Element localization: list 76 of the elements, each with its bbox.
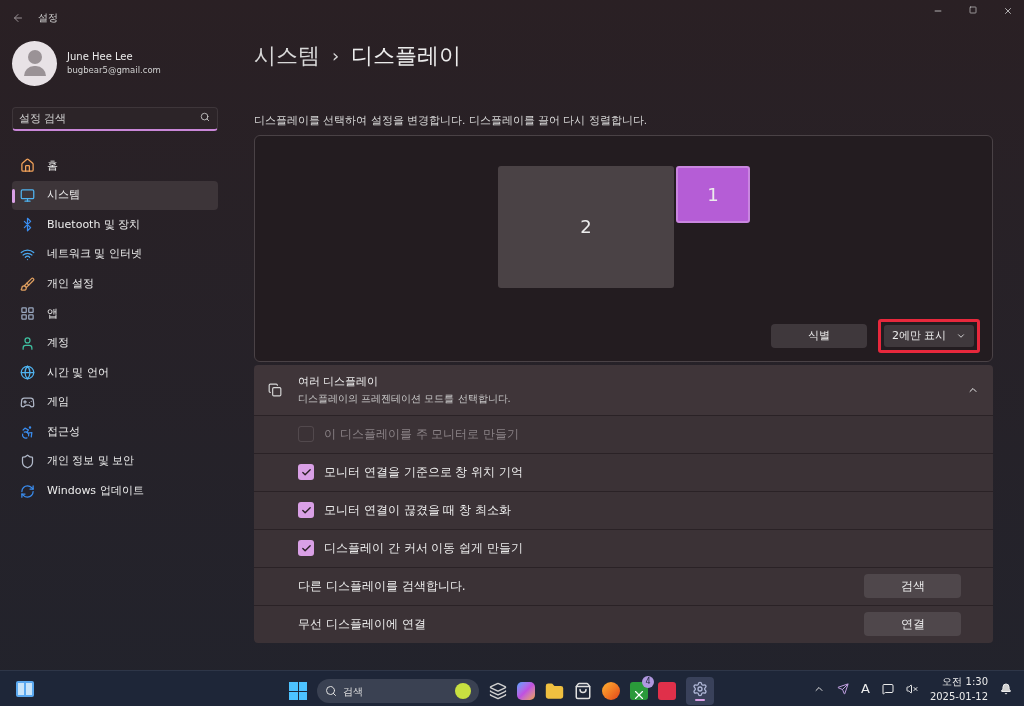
- checkbox-label: 디스플레이 간 커서 이동 쉽게 만들기: [324, 540, 524, 558]
- check-icon: [300, 504, 312, 516]
- gear-icon: [692, 681, 708, 697]
- arrange-description: 디스플레이를 선택하여 설정을 변경합니다. 디스플레이를 끌어 다시 정렬합니다.: [254, 113, 649, 128]
- page-title: 디스플레이: [351, 41, 462, 70]
- action-button[interactable]: 검색: [864, 574, 961, 599]
- monitor-icon: [20, 187, 35, 203]
- shield-icon: [20, 454, 35, 470]
- setting-label: 다른 디스플레이를 검색합니다.: [298, 578, 467, 596]
- setting-label: 무선 디스플레이에 연결: [298, 616, 427, 634]
- breadcrumb-separator: ›: [332, 43, 340, 68]
- account-email: bugbear5@gmail.com: [67, 64, 161, 77]
- start-icon[interactable]: [289, 682, 307, 700]
- sidebar-item[interactable]: 게임: [12, 387, 218, 418]
- brush-icon: [20, 276, 35, 292]
- account-name: June Hee Lee: [67, 50, 134, 65]
- check-icon: [300, 542, 312, 554]
- clock-date[interactable]: 2025-01-12: [929, 688, 988, 704]
- section-header[interactable]: 여러 디스플레이 디스플레이의 프레젠테이션 모드를 선택합니다.: [254, 364, 993, 415]
- section-title: 여러 디스플레이: [298, 374, 380, 390]
- store-icon[interactable]: [574, 682, 592, 700]
- search-icon: [325, 685, 337, 697]
- accessibility-icon: [20, 424, 35, 440]
- avatar: [12, 40, 57, 86]
- send-icon[interactable]: [836, 682, 849, 695]
- display-mode-dropdown[interactable]: 2에만 표시: [884, 324, 974, 347]
- sidebar-item[interactable]: 개인 정보 및 보안: [12, 446, 218, 477]
- sidebar-item[interactable]: 개인 설정: [12, 269, 218, 299]
- action-button[interactable]: 연결: [864, 612, 961, 637]
- clock-time[interactable]: 오전 1:30: [942, 673, 988, 689]
- section-subtitle: 디스플레이의 프레젠테이션 모드를 선택합니다.: [298, 391, 512, 406]
- settings-taskbar-button[interactable]: [686, 677, 714, 705]
- checkbox-label: 이 디스플레이를 주 모니터로 만들기: [324, 426, 520, 444]
- globe-icon: [20, 365, 35, 381]
- copilot-icon[interactable]: [517, 682, 535, 700]
- person-icon: [20, 335, 35, 351]
- refresh-icon: [20, 483, 35, 499]
- mute-icon[interactable]: [905, 682, 918, 695]
- check-icon: [300, 466, 312, 478]
- folder-icon[interactable]: [545, 681, 564, 701]
- sidebar-item[interactable]: 시스템: [12, 180, 218, 211]
- browser-icon[interactable]: [602, 682, 620, 700]
- checkbox-label: 모니터 연결을 기준으로 창 위치 기억: [324, 464, 524, 482]
- xbox-icon[interactable]: [630, 682, 648, 700]
- widgets-icon[interactable]: [16, 680, 34, 697]
- sidebar-item[interactable]: 접근성: [12, 417, 218, 447]
- sidebar-item[interactable]: 계정: [12, 328, 218, 359]
- bell-icon[interactable]: [1000, 682, 1012, 695]
- checkbox[interactable]: [298, 502, 314, 519]
- sidebar-item[interactable]: Bluetooth 및 장치: [12, 210, 218, 240]
- search-icon: [200, 112, 210, 122]
- sidebar-item[interactable]: 네트워크 및 인터넷: [12, 239, 218, 270]
- maximize-icon[interactable]: [969, 6, 977, 14]
- task-view-icon[interactable]: [489, 682, 507, 700]
- checkbox[interactable]: [298, 464, 314, 481]
- breadcrumb-parent[interactable]: 시스템: [254, 38, 320, 72]
- back-icon[interactable]: [12, 11, 24, 24]
- taskbar-search-field[interactable]: 검색: [317, 679, 479, 703]
- sidebar-item[interactable]: 홈: [12, 151, 218, 181]
- input-indicator[interactable]: A: [860, 678, 870, 699]
- sidebar-item[interactable]: 시간 및 언어: [12, 358, 218, 388]
- window-title: 설정: [38, 11, 58, 25]
- display-status-icon[interactable]: [881, 682, 894, 695]
- monitors-icon: [268, 382, 282, 397]
- notification-badge: 4: [642, 676, 654, 688]
- identify-button[interactable]: 식별: [771, 323, 867, 348]
- sidebar-item[interactable]: Windows 업데이트: [12, 476, 218, 507]
- checkbox[interactable]: [298, 540, 314, 557]
- close-icon[interactable]: [1003, 6, 1013, 16]
- search-field[interactable]: 설정 검색: [12, 107, 218, 131]
- wifi-icon: [20, 247, 35, 263]
- monitor-tile[interactable]: 2: [498, 165, 674, 288]
- checkbox-label: 모니터 연결이 끊겼을 때 창 최소화: [324, 502, 512, 520]
- sidebar-item[interactable]: 앱: [12, 298, 218, 329]
- home-icon: [20, 158, 35, 174]
- apps-grid-icon: [20, 306, 35, 322]
